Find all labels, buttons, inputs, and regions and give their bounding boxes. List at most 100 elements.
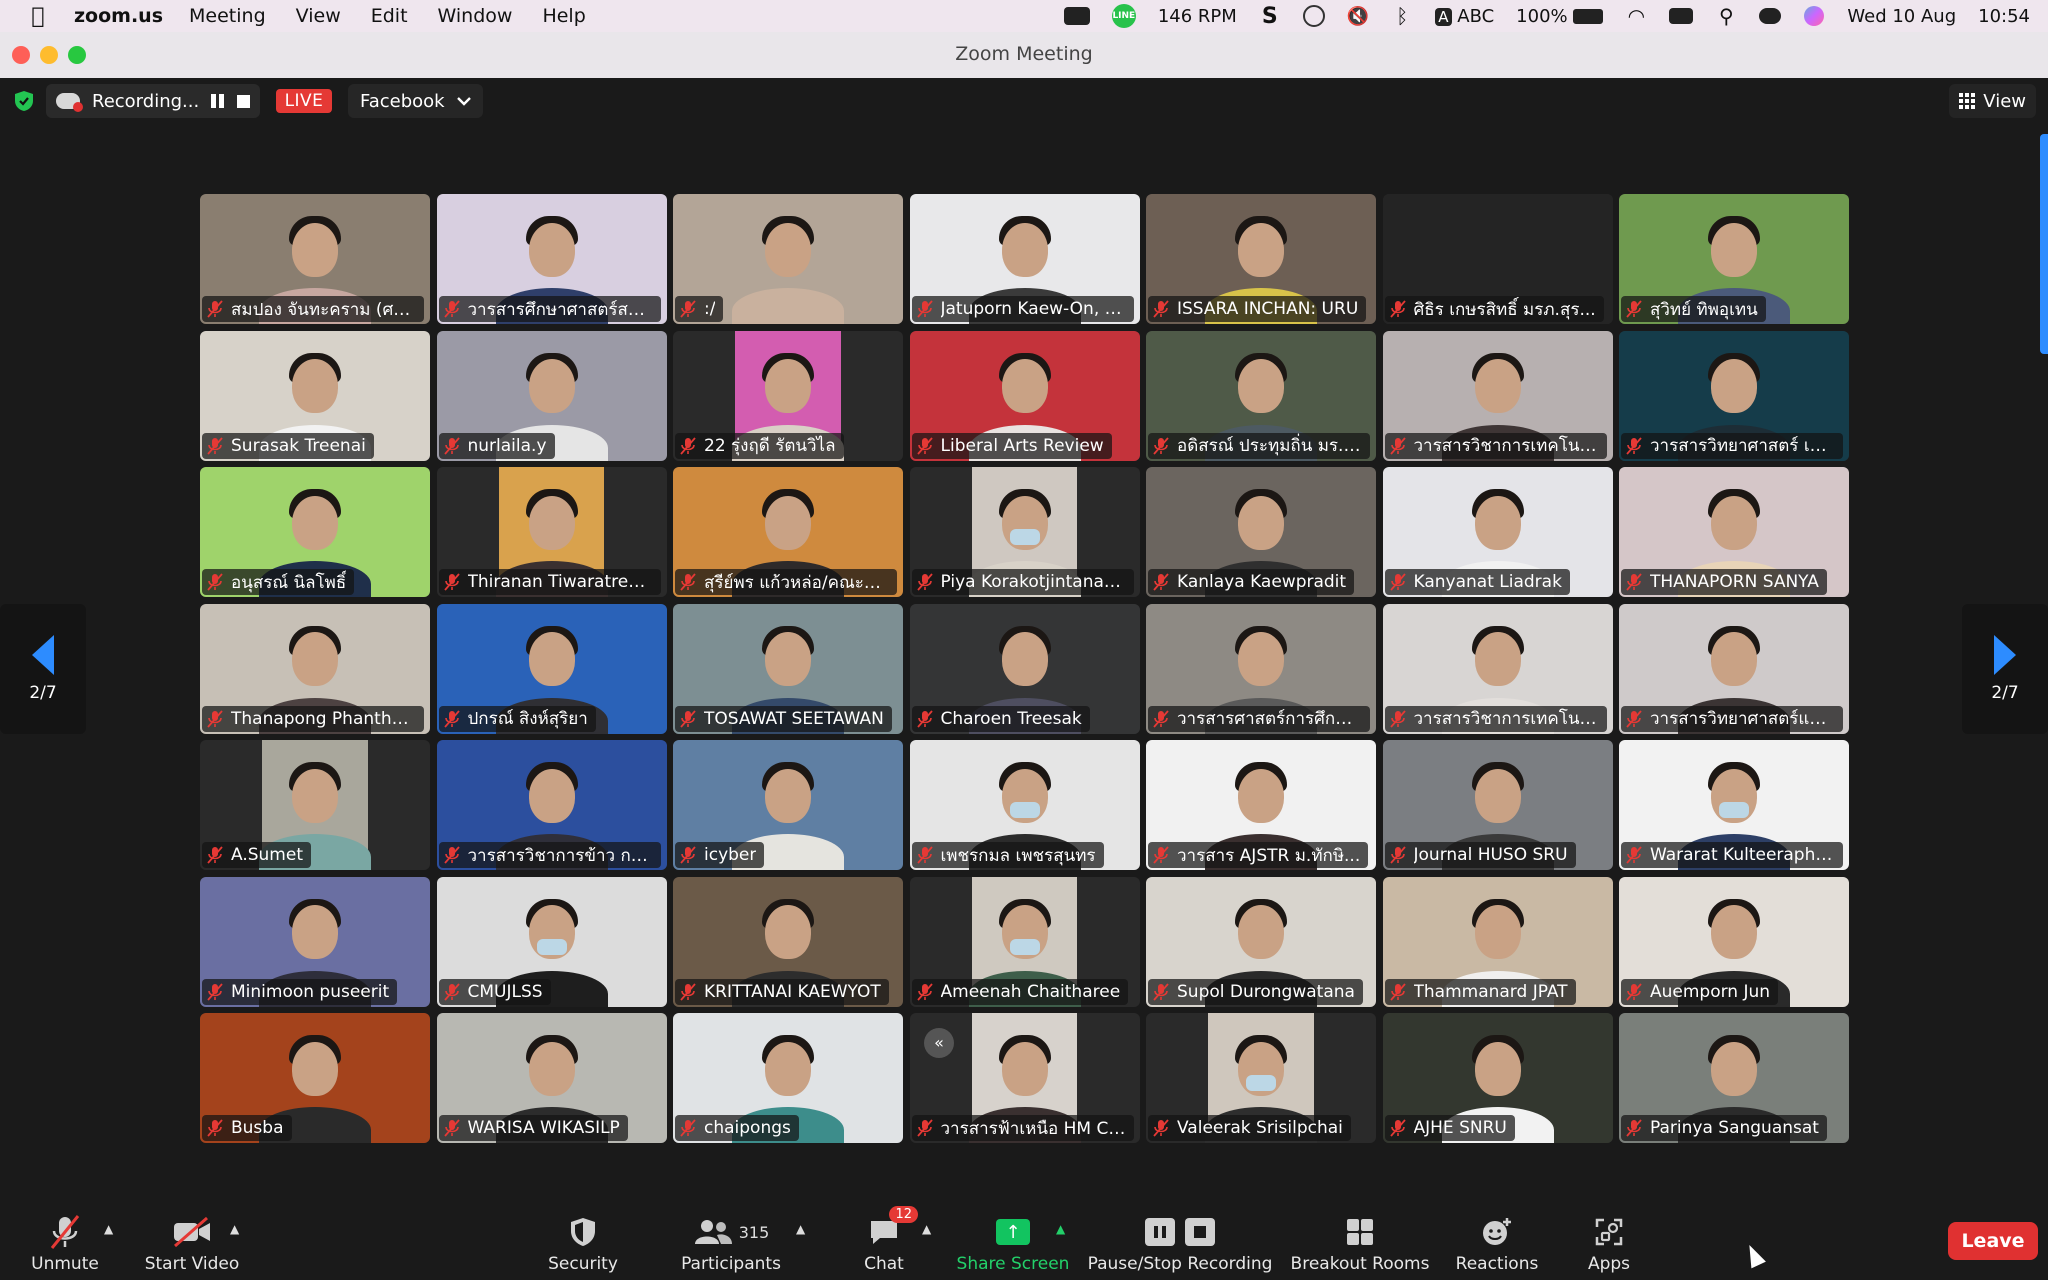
start-video-button[interactable]: Start Video <box>145 1202 239 1280</box>
participant-tile[interactable]: สุรีย์พร แก้วหล่อ/คณะวิท... <box>673 467 903 597</box>
mute-icon[interactable]: 🔇 <box>1347 5 1369 27</box>
spotlight-search-icon[interactable]: ⚲ <box>1715 4 1737 28</box>
apple-icon[interactable]:  <box>18 4 58 29</box>
pause-stop-recording-button[interactable]: Pause/Stop Recording <box>1088 1202 1272 1280</box>
recording-indicator[interactable]: Recording... <box>46 84 261 118</box>
collapse-self-view-button[interactable]: « <box>924 1028 954 1058</box>
video-options-caret[interactable]: ▲ <box>230 1222 239 1236</box>
share-options-caret[interactable]: ▲ <box>1056 1222 1065 1236</box>
participant-face <box>292 1041 338 1096</box>
encryption-shield-icon[interactable] <box>14 90 34 112</box>
participant-tile[interactable]: THANAPORN SANYA <box>1619 467 1849 597</box>
participant-tile[interactable]: ISSARA INCHAN: URU <box>1146 194 1376 324</box>
reactions-button[interactable]: Reactions <box>1454 1202 1540 1280</box>
participant-tile[interactable]: CMUJLSS <box>436 876 667 1007</box>
participant-tile[interactable]: WARISA WIKASILP <box>436 1013 667 1143</box>
participants-options-caret[interactable]: ▲ <box>796 1222 805 1236</box>
participant-tile[interactable]: วารสาร AJSTR ม.ทักษิ... <box>1146 740 1376 870</box>
participant-tile[interactable]: chaipongs <box>673 1013 903 1143</box>
participant-face <box>528 768 575 823</box>
participant-tile[interactable]: สมปอง จันทะคราม (ศรี... <box>200 194 430 324</box>
chat-options-caret[interactable]: ▲ <box>922 1222 931 1236</box>
next-page-button[interactable]: 2/7 <box>1962 604 2048 734</box>
participant-tile[interactable]: Thanapong Phanthong <box>200 603 430 734</box>
wifi-icon[interactable]: ◠ <box>1625 4 1647 28</box>
participant-tile[interactable]: :/ <box>673 194 903 324</box>
control-center-icon[interactable] <box>1759 5 1782 27</box>
participant-tile[interactable]: วารสารวิชาการเทคโนโ... <box>1382 330 1613 461</box>
participant-tile[interactable]: วารสารวิชาการข้าว กรม... <box>436 740 667 870</box>
siri-icon[interactable] <box>1803 5 1825 27</box>
participant-tile[interactable]: Valeerak Srisilpchai <box>1146 1013 1376 1143</box>
participant-tile[interactable]: nurlaila.y <box>436 330 667 461</box>
line-app-icon[interactable]: LINE <box>1111 4 1136 28</box>
share-screen-button[interactable]: ↑ Share Screen <box>957 1202 1069 1280</box>
participant-tile[interactable]: วารสารวิทยาศาสตร์และ... <box>1619 603 1849 734</box>
participant-tile[interactable]: Thiranan Tiwaratreewit <box>436 467 667 597</box>
participant-tile[interactable]: วารสารวิทยาศาสตร์ เท... <box>1619 330 1849 461</box>
participant-tile[interactable]: Jatuporn Kaew-On, A... <box>909 194 1140 324</box>
participant-tile[interactable]: Thammanard JPAT <box>1382 876 1613 1007</box>
view-button[interactable]: View <box>1949 84 2036 118</box>
participant-tile[interactable]: 22 รุ่งฤดี รัตนวิไล <box>673 330 903 461</box>
participants-button[interactable]: 315 Participants <box>680 1202 782 1280</box>
menu-window[interactable]: Window <box>438 5 513 27</box>
participant-tile[interactable]: Parinya Sanguansat <box>1619 1013 1849 1143</box>
unmute-button[interactable]: Unmute <box>30 1202 100 1280</box>
participant-tile[interactable]: Journal HUSO SRU <box>1382 740 1613 870</box>
play-icon[interactable] <box>1302 5 1325 27</box>
apps-button[interactable]: Apps <box>1586 1202 1632 1280</box>
participant-tile[interactable]: Piya Korakotjintanaka... <box>909 467 1140 597</box>
keyboard-icon[interactable] <box>1669 5 1694 27</box>
participant-tile[interactable]: Minimoon puseerit <box>200 876 430 1007</box>
scroll-indicator[interactable] <box>2040 134 2048 354</box>
participant-tile[interactable]: AJHE SNRU <box>1382 1013 1613 1143</box>
participant-tile[interactable]: Kanyanat Liadrak <box>1382 467 1613 597</box>
breakout-rooms-button[interactable]: Breakout Rooms <box>1291 1202 1429 1280</box>
audio-options-caret[interactable]: ▲ <box>104 1222 113 1236</box>
participant-tile[interactable]: วารสารวิชาการเทคโนโ... <box>1382 603 1613 734</box>
input-source[interactable]: A ABC <box>1435 6 1494 27</box>
participant-tile[interactable]: อดิสรณ์ ประทุมถิ่น มร.ชร. <box>1146 330 1376 461</box>
participant-tile[interactable]: Charoen Treesak <box>909 603 1140 734</box>
participant-tile[interactable]: วารสารศาสตร์การศึกษา... <box>1146 603 1376 734</box>
zoom-status-icon[interactable] <box>1063 5 1090 27</box>
s-app-icon[interactable]: S <box>1259 4 1281 29</box>
clock-date[interactable]: Wed 10 Aug <box>1847 6 1956 27</box>
bluetooth-icon[interactable]: ᛒ <box>1391 4 1413 28</box>
participant-tile[interactable]: Busba <box>200 1013 430 1143</box>
leave-button[interactable]: Leave <box>1948 1222 2038 1260</box>
livestream-target-dropdown[interactable]: Facebook <box>348 84 483 118</box>
participant-tile[interactable]: Liberal Arts Review <box>909 330 1140 461</box>
clock-time[interactable]: 10:54 <box>1978 6 2030 27</box>
stop-recording-icon[interactable] <box>237 94 251 108</box>
participant-tile[interactable]: สุวิทย์ ทิพอุเทน <box>1619 194 1849 324</box>
participant-tile[interactable]: TOSAWAT SEETAWAN <box>673 603 903 734</box>
participant-tile[interactable]: วารสารศึกษาศาสตร์สาร... <box>436 194 667 324</box>
participant-tile[interactable]: ศิธิร เกษรสิทธิ์ มรภ.สุร... <box>1382 194 1613 324</box>
battery-indicator[interactable]: 100% <box>1516 6 1604 27</box>
menu-edit[interactable]: Edit <box>371 5 408 27</box>
participant-tile[interactable]: A.Sumet <box>200 740 430 870</box>
participant-tile[interactable]: Auemporn Jun <box>1619 876 1849 1007</box>
participant-tile[interactable]: Ameenah Chaitharee <box>909 876 1140 1007</box>
participant-tile[interactable]: Supol Durongwatana <box>1146 876 1376 1007</box>
participant-tile[interactable]: เพชรกมล เพชรสุนทร <box>909 740 1140 870</box>
participant-tile[interactable]: icyber <box>673 740 903 870</box>
menu-view[interactable]: View <box>296 5 341 27</box>
pause-recording-icon[interactable] <box>211 94 225 108</box>
participant-face <box>765 1041 811 1096</box>
chat-button[interactable]: 12 Chat <box>858 1202 918 1280</box>
participant-tile[interactable]: ปกรณ์ สิงห์สุริยา <box>436 603 667 734</box>
app-menu[interactable]: zoom.us <box>74 5 163 27</box>
participant-tile[interactable]: Kanlaya Kaewpradit <box>1146 467 1376 597</box>
participant-tile[interactable]: Surasak Treenai <box>200 330 430 461</box>
menu-meeting[interactable]: Meeting <box>189 5 266 27</box>
participant-name-plate: Kanyanat Liadrak <box>1384 569 1570 595</box>
participant-tile[interactable]: Wararat Kulteerapho... <box>1619 740 1849 870</box>
previous-page-button[interactable]: 2/7 <box>0 604 86 734</box>
participant-tile[interactable]: อนุสรณ์ นิลโพธิ์ <box>200 467 430 597</box>
security-button[interactable]: Security <box>548 1202 618 1280</box>
menu-help[interactable]: Help <box>542 5 585 27</box>
participant-tile[interactable]: KRITTANAI KAEWYOT <box>673 876 903 1007</box>
